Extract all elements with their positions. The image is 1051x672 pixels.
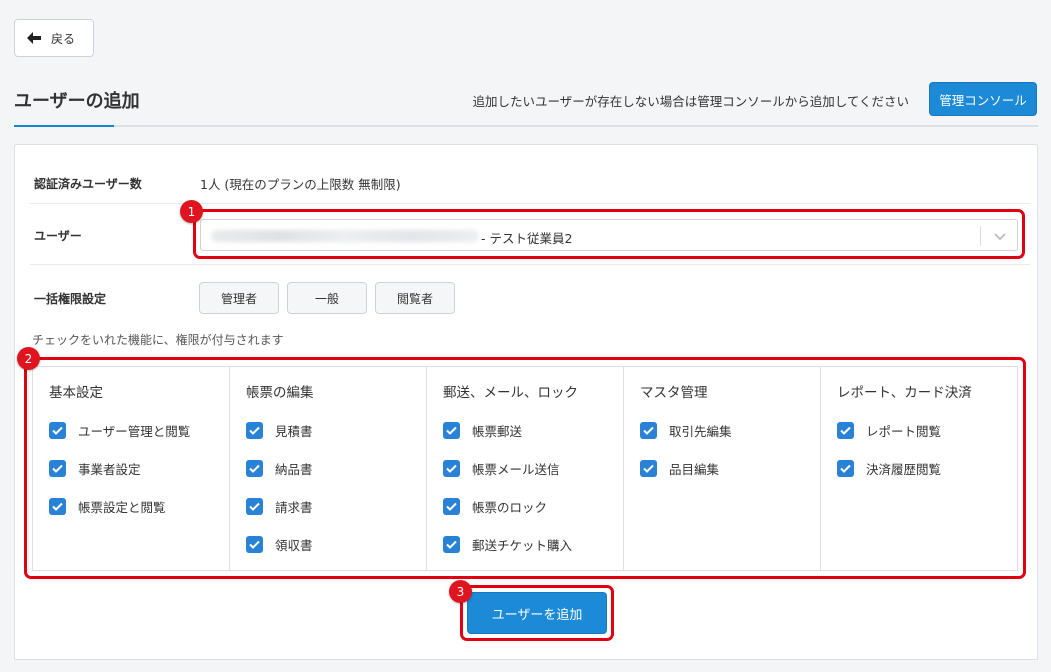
page-title: ユーザーの追加 [14,91,140,112]
back-button[interactable]: 戻る [14,19,94,57]
viewer-role-button[interactable]: 閲覧者 [375,282,455,314]
row-divider [30,264,1030,265]
bulk-permission-label: 一括権限設定 [34,292,107,306]
permission-note: チェックをいれた機能に、権限が付与されます [32,333,284,347]
arrow-left-icon [27,32,41,44]
annotation-badge-1: 1 [180,200,203,223]
annotation-badge-2: 2 [17,347,40,370]
back-button-label: 戻る [51,31,76,46]
title-divider [14,125,1038,127]
admin-role-button[interactable]: 管理者 [199,282,279,314]
general-role-button[interactable]: 一般 [287,282,367,314]
console-hint: 追加したいユーザーが存在しない場合は管理コンソールから追加してください [472,94,909,109]
highlight-box-2 [24,357,1026,579]
verified-count-value: 1人 (現在のプランの上限数 無制限) [200,177,401,192]
highlight-box-1 [193,209,1025,259]
admin-console-button[interactable]: 管理コンソール [929,82,1037,116]
highlight-box-3 [460,585,614,641]
user-label: ユーザー [34,229,82,243]
title-accent-bar [14,125,114,127]
annotation-badge-3: 3 [449,580,472,603]
verified-count-label: 認証済みユーザー数 [34,177,142,191]
row-divider [30,203,1030,204]
